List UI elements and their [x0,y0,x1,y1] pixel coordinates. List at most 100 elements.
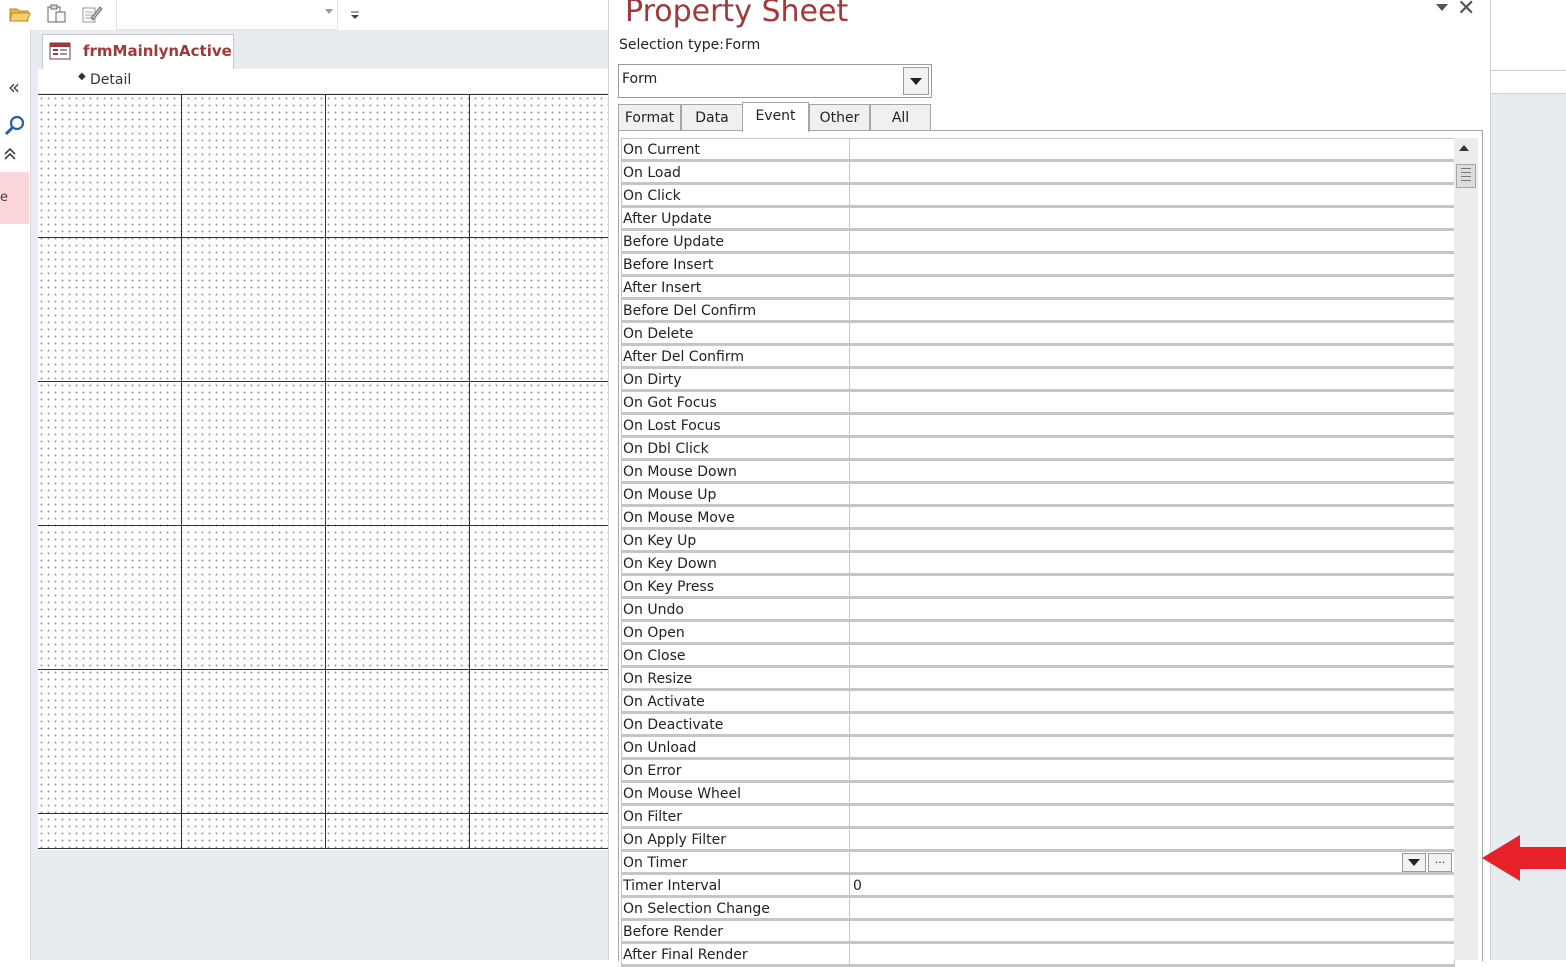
object-selector-dropdown-button[interactable] [903,67,929,95]
property-row[interactable]: On Apply Filter [621,828,1455,852]
property-row[interactable]: On Unload [621,736,1455,760]
property-value-field[interactable] [849,322,1455,346]
tab-event[interactable]: Event [742,102,809,132]
property-row[interactable]: On Mouse Down [621,460,1455,484]
property-value-field[interactable] [849,575,1455,599]
property-row[interactable]: After Del Confirm [621,345,1455,369]
scroll-thumb[interactable] [1456,164,1476,188]
property-value-field[interactable] [849,506,1455,530]
nav-item-selected[interactable]: e [0,172,29,224]
property-value-field[interactable] [849,253,1455,277]
property-name: On Error [621,759,850,783]
property-row[interactable]: On Key Down [621,552,1455,576]
property-row[interactable]: On Delete [621,322,1455,346]
property-row[interactable]: On Mouse Move [621,506,1455,530]
property-row[interactable]: On Undo [621,598,1455,622]
property-value-field[interactable] [849,943,1455,967]
design-grid[interactable] [38,94,608,850]
property-row[interactable]: On Selection Change [621,897,1455,921]
property-row[interactable]: On Dbl Click [621,437,1455,461]
shutter-bar-icon[interactable] [2,146,22,166]
property-value-field[interactable]: 0 [849,874,1455,898]
close-icon[interactable]: ✕ [1457,0,1475,21]
object-selector-combo[interactable]: Form [618,64,932,98]
property-row[interactable]: On Key Press [621,575,1455,599]
property-value-field[interactable] [849,299,1455,323]
property-value-field[interactable] [849,667,1455,691]
property-value-field[interactable] [849,368,1455,392]
customize-toolbar-icon[interactable] [348,8,362,22]
property-row[interactable]: On Key Up [621,529,1455,553]
property-row[interactable]: On Filter [621,805,1455,829]
property-value-field[interactable] [849,138,1455,162]
property-row[interactable]: After Final Render [621,943,1455,967]
property-value-field[interactable] [849,552,1455,576]
build-button[interactable]: ... [1428,853,1452,872]
property-name: On Got Focus [621,391,850,415]
property-value-field[interactable] [849,897,1455,921]
property-row[interactable]: On Current [621,138,1455,162]
property-row[interactable]: On Activate [621,690,1455,714]
property-value-field[interactable] [849,621,1455,645]
tab-other[interactable]: Other [809,104,870,131]
property-value-field[interactable] [849,920,1455,944]
tab-format[interactable]: Format [618,104,681,131]
property-row[interactable]: On Open [621,621,1455,645]
property-row[interactable]: On Lost Focus [621,414,1455,438]
property-row[interactable]: Before Render [621,920,1455,944]
property-row[interactable]: On Close [621,644,1455,668]
search-icon[interactable] [3,114,27,138]
property-row[interactable]: After Insert [621,276,1455,300]
property-value-field[interactable] [849,460,1455,484]
property-value-field[interactable] [849,161,1455,185]
property-row[interactable]: Timer Interval 0 [621,874,1455,898]
property-value-field[interactable] [849,644,1455,668]
property-value-field[interactable] [849,828,1455,852]
property-value-field[interactable] [849,345,1455,369]
property-row[interactable]: On Mouse Wheel [621,782,1455,806]
property-value-field[interactable] [849,184,1455,208]
property-row[interactable]: On Mouse Up [621,483,1455,507]
property-value-field[interactable] [849,529,1455,553]
expand-nav-icon[interactable]: « [0,74,28,100]
property-row[interactable]: Before Del Confirm [621,299,1455,323]
property-value-field[interactable] [849,736,1455,760]
property-value-field[interactable] [849,690,1455,714]
property-grid-scrollbar[interactable] [1454,138,1478,960]
property-row[interactable]: On Click [621,184,1455,208]
property-value-field[interactable] [849,598,1455,622]
property-value-field[interactable] [849,414,1455,438]
document-tab[interactable]: frmMainlynActive [42,34,234,69]
property-value-field[interactable] [849,230,1455,254]
document-tab-label: frmMainlynActive [83,42,232,60]
tab-data[interactable]: Data [681,104,743,131]
property-value-field[interactable] [849,805,1455,829]
property-row[interactable]: On Deactivate [621,713,1455,737]
property-row[interactable]: After Update [621,207,1455,231]
property-row[interactable]: On Error [621,759,1455,783]
property-value-field[interactable] [849,759,1455,783]
property-row[interactable]: On Got Focus [621,391,1455,415]
property-value-field[interactable] [849,713,1455,737]
qat-combo-box[interactable] [116,0,338,30]
tab-all[interactable]: All [870,104,931,131]
edit-icon[interactable] [80,3,104,25]
property-row[interactable]: On Dirty [621,368,1455,392]
property-value-field[interactable] [849,207,1455,231]
property-dropdown-button[interactable] [1402,853,1426,872]
clipboard-icon[interactable] [44,3,68,25]
property-value-field[interactable] [849,391,1455,415]
property-row[interactable]: On Timer... [621,851,1455,875]
property-row[interactable]: On Resize [621,667,1455,691]
chevron-down-icon[interactable] [1436,4,1448,11]
scroll-up-icon[interactable] [1459,145,1469,151]
property-value-field[interactable]: ... [849,851,1455,875]
property-row[interactable]: Before Insert [621,253,1455,277]
property-row[interactable]: On Load [621,161,1455,185]
property-value-field[interactable] [849,437,1455,461]
property-value-field[interactable] [849,276,1455,300]
property-value-field[interactable] [849,782,1455,806]
property-row[interactable]: Before Update [621,230,1455,254]
open-folder-icon[interactable] [8,3,32,25]
property-value-field[interactable] [849,483,1455,507]
